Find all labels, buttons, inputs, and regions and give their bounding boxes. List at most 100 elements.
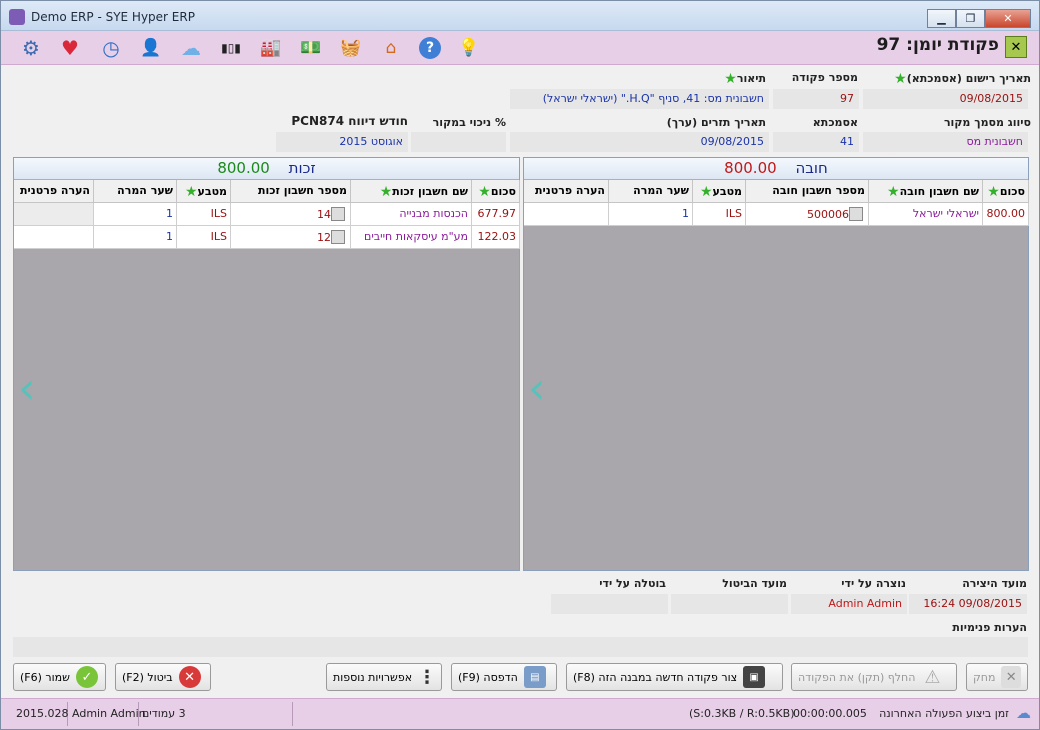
desc-field[interactable]: חשבונית מס: 41, סניף "H.Q." (ישראלי ישרא…: [510, 89, 769, 109]
window-title: Demo ERP - SYE Hyper ERP: [31, 10, 195, 24]
status-version: 2015.028: [16, 707, 69, 720]
pages-count: 3 עמודים: [142, 707, 186, 720]
warning-icon: ⚠: [924, 666, 941, 688]
notes-label: הערות פנימיות: [952, 621, 1027, 634]
gear-icon[interactable]: ⚙: [18, 35, 44, 61]
help-icon[interactable]: ?: [419, 37, 441, 59]
debit-col-note[interactable]: הערה פרטנית: [524, 180, 609, 203]
credit-col-account-name[interactable]: שם חשבון זכות★: [351, 180, 472, 203]
delete-button[interactable]: ✕ מחק: [966, 663, 1028, 691]
table-row[interactable]: ILS: [177, 226, 231, 249]
debit-col-currency[interactable]: מטבע★: [693, 180, 746, 203]
value-date-field[interactable]: 09/08/2015: [510, 132, 769, 152]
create-similar-button[interactable]: ▣ צור פקודה חדשה במבנה הזה (F8): [566, 663, 783, 691]
table-row[interactable]: 122.03: [472, 226, 520, 249]
more-options-button[interactable]: ⋮ אפשרויות נוספות: [326, 663, 442, 691]
value-date-label: תאריך תזרים (ערך): [666, 116, 766, 129]
cloud-icon[interactable]: ☁: [178, 35, 204, 61]
created-by-field: Admin Admin: [791, 594, 907, 614]
credit-col-rate[interactable]: שער המרה: [94, 180, 177, 203]
debit-col-amount[interactable]: סכום★: [983, 180, 1029, 203]
app-icon: [9, 9, 25, 25]
calculator-icon[interactable]: [849, 207, 863, 221]
debit-panel: חובה 800.00 סכום★ שם חשבון חובה★ מספר חש…: [523, 157, 1029, 571]
cancel-button[interactable]: ✕ ביטול (F2): [115, 663, 211, 691]
status-user: Admin Admin: [72, 707, 146, 720]
replace-entry-button[interactable]: ⚠ החלף (תקן) את הפקודה: [791, 663, 957, 691]
ref-field[interactable]: 41: [773, 132, 859, 152]
entry-no-label: מספר פקודה: [791, 71, 858, 84]
star-icon: ★: [699, 184, 713, 200]
star-icon: ★: [987, 184, 1000, 200]
credit-col-note[interactable]: הערה פרטנית: [14, 180, 94, 203]
table-row[interactable]: מע"מ עיסקאות חייבים: [351, 226, 472, 249]
close-window-button[interactable]: ✕: [985, 9, 1031, 28]
table-row[interactable]: 1: [609, 203, 693, 226]
close-entry-button[interactable]: ✕: [1005, 36, 1027, 58]
credit-col-amount[interactable]: סכום★: [472, 180, 520, 203]
calculator-icon[interactable]: [331, 230, 345, 244]
basket-icon[interactable]: 🧺: [338, 35, 364, 61]
table-row[interactable]: 12: [231, 226, 351, 249]
page-title: פקודת יומן: 97: [876, 35, 999, 55]
table-row[interactable]: 677.97: [472, 203, 520, 226]
table-row[interactable]: [14, 226, 94, 249]
calculator-icon[interactable]: [331, 207, 345, 221]
table-row[interactable]: [14, 203, 94, 226]
credit-panel: זכות 800.00 סכום★ שם חשבון זכות★ מספר חש…: [13, 157, 520, 571]
status-bar: ☁ זמן ביצוע הפעולה האחרונה 00:00:00.005 …: [1, 698, 1039, 729]
notes-field[interactable]: [13, 637, 1028, 657]
reg-date-field[interactable]: 09/08/2015: [863, 89, 1028, 109]
chevron-left-icon[interactable]: ‹: [18, 363, 36, 414]
debit-col-account-no[interactable]: מספר חשבון חובה: [746, 180, 869, 203]
factory-icon[interactable]: 🏭: [258, 35, 284, 61]
table-row[interactable]: 800.00: [983, 203, 1029, 226]
cancel-by-field: [551, 594, 668, 614]
table-row[interactable]: 1: [94, 226, 177, 249]
table-row[interactable]: 1: [94, 203, 177, 226]
user-icon[interactable]: 👤: [138, 35, 164, 61]
minimize-button[interactable]: ▁: [927, 9, 956, 28]
app-window: Demo ERP - SYE Hyper ERP ▁ ❐ ✕ 💡 ? ⌂ 🧺 💵…: [0, 0, 1040, 730]
table-row[interactable]: 14: [231, 203, 351, 226]
cancel-time-label: מועד הביטול: [722, 577, 787, 590]
chevron-left-icon[interactable]: ‹: [528, 363, 546, 414]
credit-col-account-no[interactable]: מספר חשבון זכות: [231, 180, 351, 203]
table-row[interactable]: [524, 203, 609, 226]
credit-total: 800.00: [217, 159, 270, 177]
last-op-label: זמן ביצוע הפעולה האחרונה: [879, 707, 1009, 720]
maximize-button[interactable]: ❐: [956, 9, 985, 28]
heart-icon[interactable]: ♥: [57, 35, 83, 61]
withholding-label: % ניכוי במקור: [432, 116, 506, 129]
entry-no-field[interactable]: 97: [773, 89, 859, 109]
print-button[interactable]: ▤ הדפסה (F9): [451, 663, 557, 691]
barcode-icon[interactable]: ▮▯▮: [218, 35, 244, 61]
lightbulb-icon[interactable]: 💡: [456, 35, 482, 61]
star-icon: ★: [887, 184, 900, 200]
report-month-field[interactable]: אוגוסט 2015: [276, 132, 408, 152]
table-row[interactable]: ILS: [177, 203, 231, 226]
cash-icon[interactable]: 💵: [298, 35, 324, 61]
cancel-x-icon: ✕: [178, 666, 201, 688]
save-button[interactable]: ✓ שמור (F6): [13, 663, 106, 691]
reg-date-label: תאריך רישום (אסמכתא)★: [894, 71, 1031, 87]
last-op-time: 00:00:00.005: [793, 707, 867, 720]
title-bar: Demo ERP - SYE Hyper ERP ▁ ❐ ✕: [1, 1, 1039, 31]
debit-total: 800.00: [724, 159, 777, 177]
debit-col-rate[interactable]: שער המרה: [609, 180, 693, 203]
star-icon: ★: [724, 71, 737, 87]
desc-label: תיאור★: [724, 71, 766, 87]
home-icon[interactable]: ⌂: [378, 35, 404, 61]
table-row[interactable]: הכנסות מבנייה: [351, 203, 472, 226]
table-row[interactable]: ILS: [693, 203, 746, 226]
credit-col-currency[interactable]: מטבע★: [177, 180, 231, 203]
table-row[interactable]: ישראלי ישראל: [869, 203, 983, 226]
doc-type-field[interactable]: חשבונית מס: [863, 132, 1028, 152]
clock-icon[interactable]: ◷: [98, 35, 124, 61]
doc-type-label: סיווג מסמך מקור: [943, 116, 1031, 129]
debit-title: חובה: [795, 159, 828, 177]
cancel-time-field: [671, 594, 788, 614]
table-row[interactable]: 500006: [746, 203, 869, 226]
withholding-field[interactable]: [411, 132, 506, 152]
debit-col-account-name[interactable]: שם חשבון חובה★: [869, 180, 983, 203]
